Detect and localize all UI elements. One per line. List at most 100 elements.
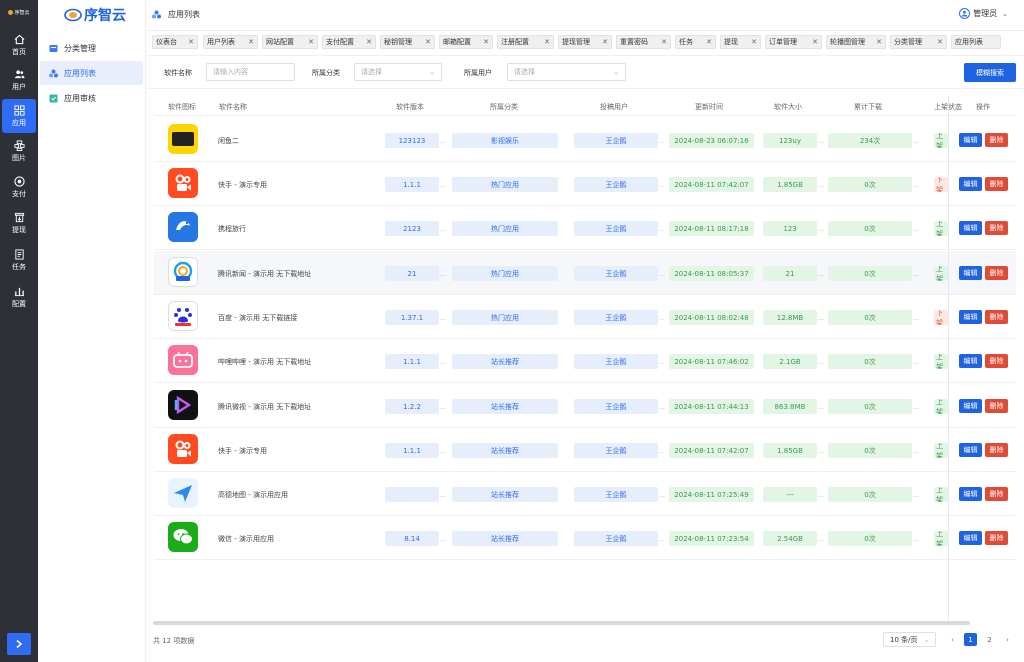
horizontal-scrollbar[interactable] xyxy=(153,621,970,625)
edit-button[interactable]: 编辑 xyxy=(959,399,982,413)
tab-2[interactable]: 网站配置 ✕ xyxy=(262,35,318,49)
update-time-badge: 2024-08-11 07:25:49 xyxy=(669,487,754,502)
delete-button[interactable]: 删除 xyxy=(985,531,1008,545)
delete-button[interactable]: 删除 xyxy=(985,354,1008,368)
rail-item-pay[interactable]: 支付 xyxy=(2,170,36,204)
tab-11[interactable]: 订单管理 ✕ xyxy=(765,35,822,49)
tab-8[interactable]: 重置密码 ✕ xyxy=(616,35,671,49)
rail-item-withdraw[interactable]: 提现 xyxy=(2,206,36,240)
status-badge: 上架 xyxy=(934,399,948,414)
name-search-input[interactable]: 请输入内容 xyxy=(206,63,295,81)
tab-12[interactable]: 轮播图管理 ✕ xyxy=(826,35,886,49)
close-icon[interactable]: ✕ xyxy=(304,38,314,46)
rail-item-task[interactable]: 任务 xyxy=(2,243,36,277)
tab-1[interactable]: 用户列表 ✕ xyxy=(203,35,258,49)
sidebar-item-app-review[interactable]: 应用审核 xyxy=(40,86,143,110)
edit-button[interactable]: 编辑 xyxy=(959,177,982,191)
category-badge: 影视娱乐 xyxy=(452,133,558,148)
table-row[interactable]: 快手 - 演示专用 1.1.1… 站长推荐 王企鹅… 2024-08-11 07:42:… xyxy=(154,428,1016,472)
page-size-select[interactable]: 10 条/页 ⌄ xyxy=(883,632,936,647)
app-root: 序智云 首页 用户 应用 图片 支付 提现 任务 配置 序智云 分类管理 应用列… xyxy=(0,0,1024,662)
edit-button[interactable]: 编辑 xyxy=(959,487,982,501)
tab-5[interactable]: 邮箱配置 ✕ xyxy=(439,35,493,49)
fuzzy-search-button[interactable]: 模糊搜索 xyxy=(964,63,1016,82)
close-icon[interactable]: ✕ xyxy=(421,38,431,46)
version-badge: 21 xyxy=(385,266,439,281)
delete-button[interactable]: 删除 xyxy=(985,310,1008,324)
edit-button[interactable]: 编辑 xyxy=(959,266,982,280)
user-select[interactable]: 请选择 ⌄ xyxy=(507,63,626,81)
edit-button[interactable]: 编辑 xyxy=(959,221,982,235)
ellipsis: … xyxy=(913,315,919,322)
delete-button[interactable]: 删除 xyxy=(985,221,1008,235)
table-row[interactable]: 高德地图 - 演示用应用… 站长推荐 王企鹅… 2024-08-11 07:25:49… xyxy=(154,472,1016,516)
rail-item-images[interactable]: 图片 xyxy=(2,134,36,168)
tab-10[interactable]: 提现 ✕ xyxy=(720,35,761,49)
ellipsis: … xyxy=(913,138,919,145)
edit-button[interactable]: 编辑 xyxy=(959,443,982,457)
close-icon[interactable]: ✕ xyxy=(747,38,757,46)
rail-item-apps[interactable]: 应用 xyxy=(2,99,36,133)
sidebar-item-app-list[interactable]: 应用列表 xyxy=(40,61,143,85)
table-row[interactable]: 百度 - 演示用 无下载链接 1.37.1… 热门应用 王企鹅… 2024-08-11 … xyxy=(154,295,1016,339)
table-row[interactable]: 闲鱼二 123123… 影视娱乐 王企鹅… 2024-08-23 06:07:16 123… xyxy=(154,118,1016,162)
ellipsis: … xyxy=(818,182,824,189)
collapse-toggle-button[interactable] xyxy=(7,633,31,655)
tab-6[interactable]: 注册配置 ✕ xyxy=(497,35,554,49)
secondary-sidebar: 序智云 分类管理 应用列表 应用审核 xyxy=(38,0,146,662)
close-icon[interactable]: ✕ xyxy=(598,38,608,46)
bilibili-icon xyxy=(168,345,198,375)
uploader-badge: 王企鹅 xyxy=(574,310,658,325)
delete-button[interactable]: 删除 xyxy=(985,443,1008,457)
close-icon[interactable]: ✕ xyxy=(872,38,882,46)
table-row[interactable]: 腾讯微视 - 演示用 无下载地址 1.2.2… 站长推荐 王企鹅… 2024-08-11… xyxy=(154,384,1016,428)
tab-14[interactable]: 应用列表 xyxy=(951,35,1001,49)
close-icon[interactable]: ✕ xyxy=(362,38,372,46)
close-icon[interactable]: ✕ xyxy=(184,38,194,46)
edit-button[interactable]: 编辑 xyxy=(959,354,982,368)
edit-button[interactable]: 编辑 xyxy=(959,310,982,324)
delete-button[interactable]: 删除 xyxy=(985,133,1008,147)
user-menu[interactable]: 管理员 ⌄ xyxy=(959,8,1008,19)
page-button-2[interactable]: 2 xyxy=(983,633,996,646)
tab-0[interactable]: 仪表台 ✕ xyxy=(152,35,198,49)
tab-label: 邮箱配置 xyxy=(443,38,471,46)
delete-button[interactable]: 删除 xyxy=(985,177,1008,191)
tab-9[interactable]: 任务 ✕ xyxy=(675,35,716,49)
close-icon[interactable]: ✕ xyxy=(479,38,489,46)
edit-button[interactable]: 编辑 xyxy=(959,531,982,545)
rail-item-config[interactable]: 配置 xyxy=(2,280,36,314)
rail-item-home[interactable]: 首页 xyxy=(2,28,36,62)
table-row[interactable]: 哔哩哔哩 - 演示用 无下载地址 1.1.1… 站长推荐 王企鹅… 2024-08-11… xyxy=(154,339,1016,383)
table-row[interactable]: 携程旅行 2123… 热门应用 王企鹅… 2024-08-11 08:17:18 123…… xyxy=(154,206,1016,250)
close-icon[interactable]: ✕ xyxy=(702,38,712,46)
close-icon[interactable]: ✕ xyxy=(657,38,667,46)
sidebar-item-category[interactable]: 分类管理 xyxy=(40,36,143,60)
uploader-badge: 王企鹅 xyxy=(574,266,658,281)
close-icon[interactable]: ✕ xyxy=(244,38,254,46)
tab-7[interactable]: 提现管理 ✕ xyxy=(558,35,612,49)
delete-button[interactable]: 删除 xyxy=(985,487,1008,501)
ctrip-icon xyxy=(168,212,198,242)
edit-button[interactable]: 编辑 xyxy=(959,133,982,147)
rail-item-users[interactable]: 用户 xyxy=(2,63,36,97)
table-row[interactable]: 腾讯新闻 - 演示用 无下载地址 21… 热门应用 王企鹅… 2024-08-11 08… xyxy=(154,251,1016,295)
close-icon[interactable]: ✕ xyxy=(540,38,550,46)
close-icon[interactable]: ✕ xyxy=(808,38,818,46)
uploader-badge: 王企鹅 xyxy=(574,221,658,236)
tab-13[interactable]: 分类管理 ✕ xyxy=(890,35,947,49)
ellipsis: … xyxy=(913,271,919,278)
category-select[interactable]: 请选择 ⌄ xyxy=(354,63,442,81)
delete-button[interactable]: 删除 xyxy=(985,399,1008,413)
table-row[interactable]: 微信 - 演示用应用 8.14… 站长推荐 王企鹅… 2024-08-11 07:23:… xyxy=(154,516,1016,560)
tab-3[interactable]: 支付配置 ✕ xyxy=(322,35,376,49)
table-row[interactable]: 快手 - 演示专用 1.1.1… 热门应用 王企鹅… 2024-08-11 07:42:… xyxy=(154,162,1016,206)
next-page-button[interactable]: › xyxy=(1001,633,1014,646)
page-button-1[interactable]: 1 xyxy=(964,633,977,646)
size-badge: 863.8MB xyxy=(763,399,817,414)
ellipsis: … xyxy=(440,359,446,366)
tab-4[interactable]: 秘钥管理 ✕ xyxy=(380,35,435,49)
delete-button[interactable]: 删除 xyxy=(985,266,1008,280)
close-icon[interactable]: ✕ xyxy=(933,38,943,46)
prev-page-button[interactable]: ‹ xyxy=(946,633,959,646)
